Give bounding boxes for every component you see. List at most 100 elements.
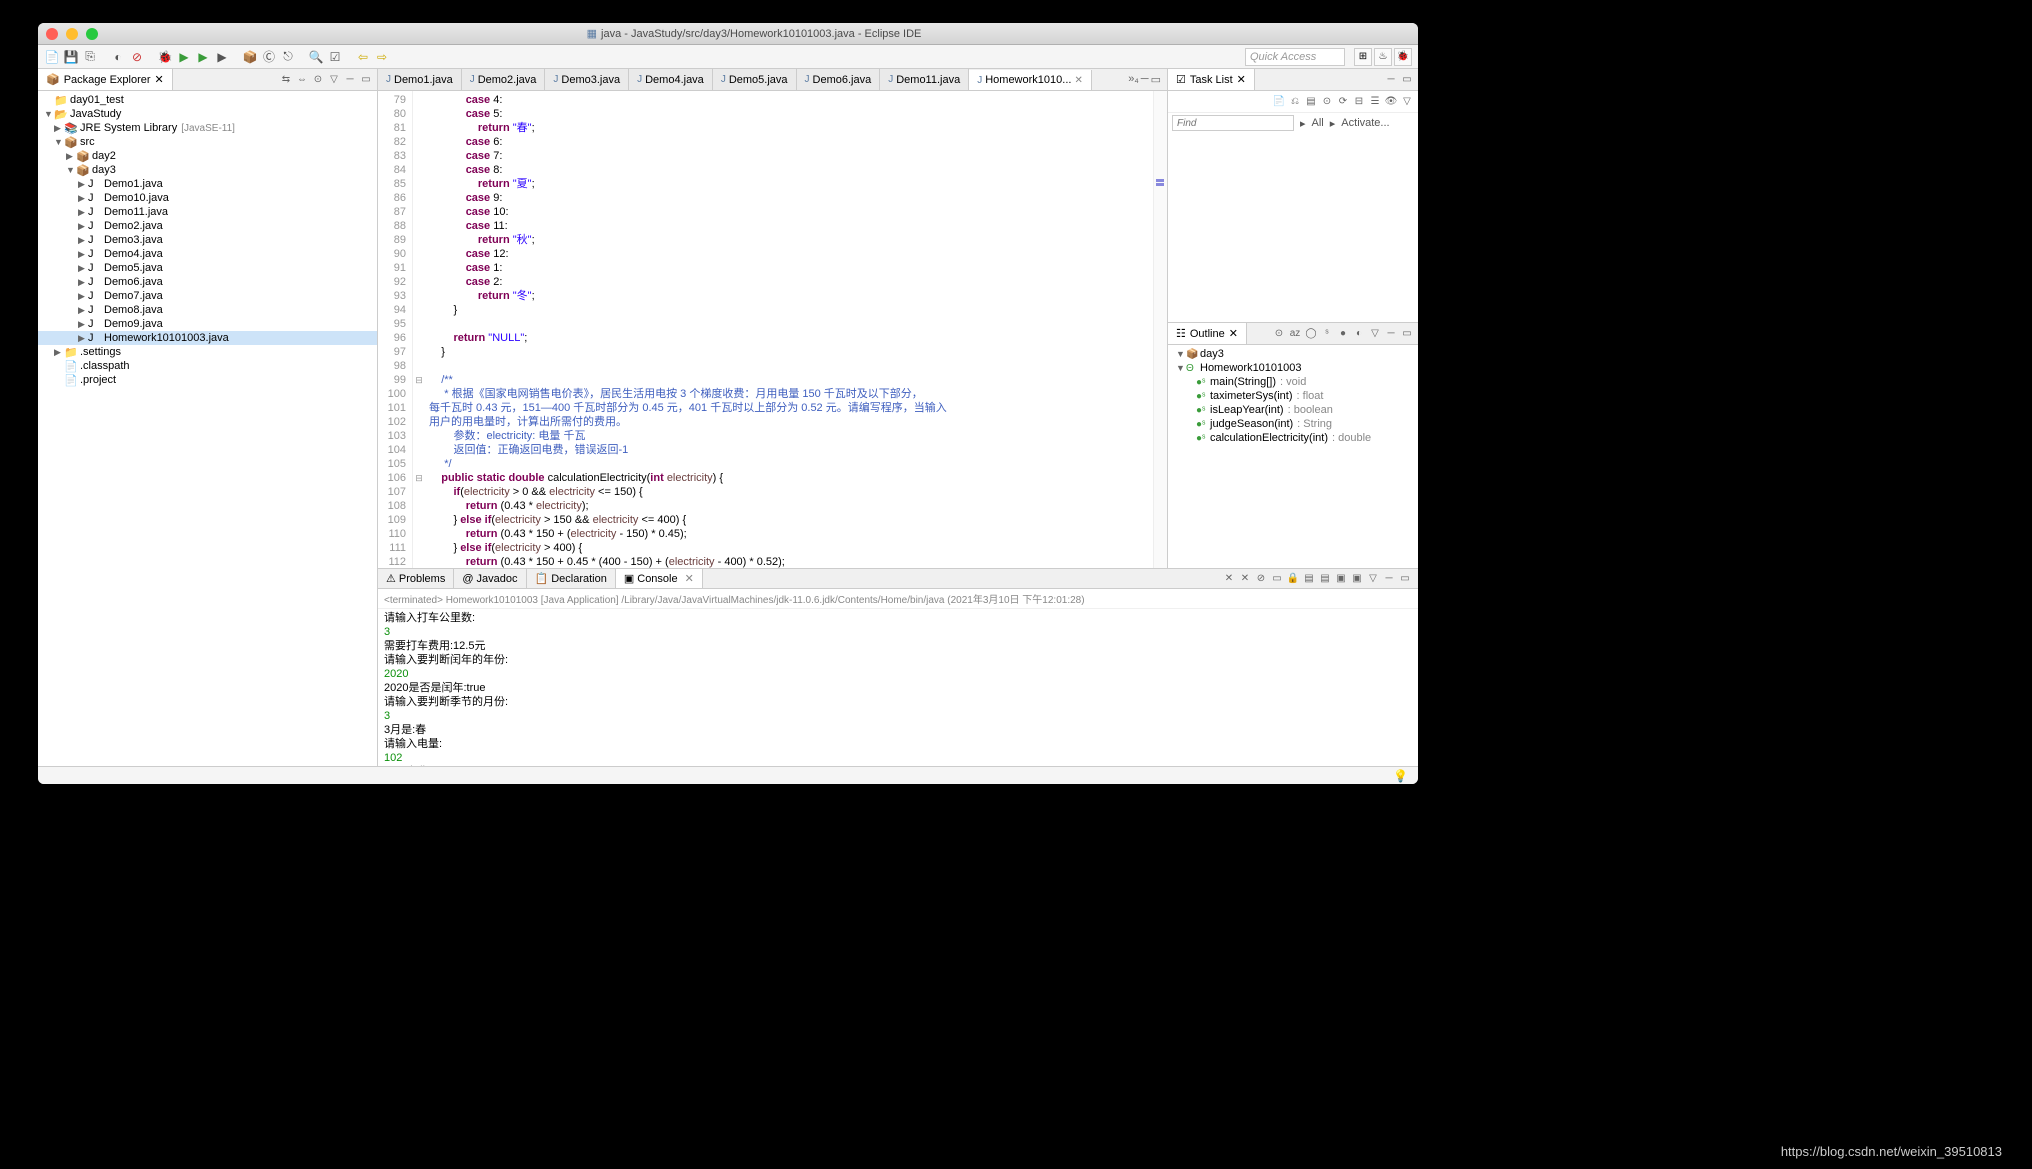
tip-icon[interactable]: 💡 <box>1393 769 1408 783</box>
outline-tab[interactable]: ☷ Outline ✕ <box>1168 323 1247 344</box>
code-content[interactable]: case 4: case 5: return "春"; case 6: case… <box>425 91 1153 568</box>
tree-item[interactable]: ▶JDemo2.java <box>38 219 377 233</box>
editor-tab[interactable]: JDemo1.java <box>378 69 462 90</box>
console-toolbar-icon[interactable]: 🔒 <box>1286 572 1300 586</box>
new-package-icon[interactable]: 📦 <box>242 49 258 65</box>
editor-tab[interactable]: JDemo5.java <box>713 69 797 90</box>
back-icon[interactable]: ⇦ <box>355 49 371 65</box>
new-class-icon[interactable]: Ⓒ <box>261 49 277 65</box>
tree-item[interactable]: 📁day01_test <box>38 93 377 107</box>
forward-icon[interactable]: ⇨ <box>374 49 390 65</box>
hide-local-icon[interactable]: ◐ <box>1352 327 1366 341</box>
focus-icon[interactable]: ⊙ <box>1320 95 1334 109</box>
outline-item[interactable]: ●ˢmain(String[]): void <box>1168 375 1418 389</box>
task-find-input[interactable] <box>1172 115 1294 131</box>
maximize-view-icon[interactable]: ▭ <box>1400 73 1414 87</box>
editor-tab[interactable]: JDemo11.java <box>880 69 969 90</box>
overview-ruler[interactable] <box>1153 91 1167 568</box>
skip-icon[interactable]: ⊘ <box>129 49 145 65</box>
save-all-icon[interactable]: ⎘ <box>82 49 98 65</box>
tree-item[interactable]: ▶JDemo1.java <box>38 177 377 191</box>
console-toolbar-icon[interactable]: ▤ <box>1318 572 1332 586</box>
console-toolbar-icon[interactable]: ─ <box>1382 572 1396 586</box>
console-output[interactable]: 请输入打车公里数:3需要打车费用:12.5元请输入要判断闰年的年份:202020… <box>378 609 1418 766</box>
editor-tab[interactable]: JDemo4.java <box>629 69 713 90</box>
outline-item[interactable]: ●ˢtaximeterSys(int): float <box>1168 389 1418 403</box>
outline-item[interactable]: ●ˢcalculationElectricity(int): double <box>1168 431 1418 445</box>
close-icon[interactable] <box>46 28 58 40</box>
quick-access-input[interactable]: Quick Access <box>1245 48 1345 66</box>
tree-item[interactable]: ▶JHomework10101003.java <box>38 331 377 345</box>
maximize-icon[interactable] <box>86 28 98 40</box>
console-toolbar-icon[interactable]: ▽ <box>1366 572 1380 586</box>
tree-item[interactable]: ▶JDemo6.java <box>38 275 377 289</box>
console-toolbar-icon[interactable]: ✕ <box>1222 572 1236 586</box>
maximize-view-icon[interactable]: ▭ <box>359 73 373 87</box>
console-toolbar-icon[interactable]: ⊘ <box>1254 572 1268 586</box>
menu-icon[interactable]: ▽ <box>1400 95 1414 109</box>
console-toolbar-icon[interactable]: ▣ <box>1334 572 1348 586</box>
outline-item[interactable]: ●ˢisLeapYear(int): boolean <box>1168 403 1418 417</box>
minimize-view-icon[interactable]: ─ <box>343 73 357 87</box>
minimize-icon[interactable]: ─ <box>1141 73 1149 86</box>
activate-link[interactable]: Activate... <box>1341 117 1389 129</box>
overflow-indicator[interactable]: »₄ <box>1128 73 1139 86</box>
task-icon[interactable]: ☑ <box>327 49 343 65</box>
bottom-tab[interactable]: @Javadoc <box>454 569 526 588</box>
bottom-tab[interactable]: ▣Console✕ <box>616 569 703 588</box>
hide-icon[interactable]: 👁 <box>1384 95 1398 109</box>
hide-static-icon[interactable]: ˢ <box>1320 327 1334 341</box>
tree-item[interactable]: ▼📂JavaStudy <box>38 107 377 121</box>
new-icon[interactable]: 📄 <box>44 49 60 65</box>
sort-icon[interactable]: az <box>1288 327 1302 341</box>
categorize-icon[interactable]: ⎌ <box>1288 95 1302 109</box>
tree-item[interactable]: ▶JDemo9.java <box>38 317 377 331</box>
console-toolbar-icon[interactable]: ▤ <box>1302 572 1316 586</box>
tree-item[interactable]: ▶📁.settings <box>38 345 377 359</box>
all-link[interactable]: All <box>1312 117 1324 129</box>
collapse-icon[interactable]: ⇆ <box>279 73 293 87</box>
close-icon[interactable]: ✕ <box>1237 73 1246 86</box>
debug-perspective-icon[interactable]: 🐞 <box>1394 48 1412 66</box>
close-icon[interactable]: ✕ <box>155 73 164 86</box>
package-tree[interactable]: 📁day01_test▼📂JavaStudy▶📚JRE System Libra… <box>38 91 377 766</box>
editor-tab[interactable]: JDemo6.java <box>797 69 881 90</box>
bottom-tab[interactable]: 📋Declaration <box>527 569 616 588</box>
tree-item[interactable]: ▶JDemo8.java <box>38 303 377 317</box>
console-toolbar-icon[interactable]: ▭ <box>1270 572 1284 586</box>
tree-item[interactable]: ▶JDemo4.java <box>38 247 377 261</box>
focus-icon[interactable]: ⊙ <box>311 73 325 87</box>
collapse-icon[interactable]: ⊟ <box>1352 95 1366 109</box>
outline-tree[interactable]: ▼📦day3▼ΘHomework10101003●ˢmain(String[])… <box>1168 345 1418 568</box>
tree-item[interactable]: 📄.project <box>38 373 377 387</box>
search-icon[interactable]: 🔍 <box>308 49 324 65</box>
tree-item[interactable]: ▶JDemo7.java <box>38 289 377 303</box>
tree-item[interactable]: ▶JDemo10.java <box>38 191 377 205</box>
outline-item[interactable]: ▼📦day3 <box>1168 347 1418 361</box>
toggle-icon[interactable]: ◐ <box>110 49 126 65</box>
code-editor[interactable]: 7980818283848586878889909192939495969798… <box>378 91 1167 568</box>
run-icon[interactable]: ▶ <box>176 49 192 65</box>
console-toolbar-icon[interactable]: ✕ <box>1238 572 1252 586</box>
menu-icon[interactable]: ▽ <box>327 73 341 87</box>
sync-icon[interactable]: ⟳ <box>1336 95 1350 109</box>
maximize-icon[interactable]: ▭ <box>1151 73 1161 86</box>
tree-item[interactable]: ▼📦day3 <box>38 163 377 177</box>
debug-icon[interactable]: 🐞 <box>157 49 173 65</box>
outline-item[interactable]: ●ˢjudgeSeason(int): String <box>1168 417 1418 431</box>
maximize-view-icon[interactable]: ▭ <box>1400 327 1414 341</box>
java-perspective-icon[interactable]: ♨ <box>1374 48 1392 66</box>
package-explorer-tab[interactable]: 📦 Package Explorer ✕ <box>38 69 173 90</box>
link-icon[interactable]: ⇔ <box>295 73 309 87</box>
tree-item[interactable]: ▶📦day2 <box>38 149 377 163</box>
hide-nonpublic-icon[interactable]: ● <box>1336 327 1350 341</box>
new-task-icon[interactable]: 📄 <box>1272 95 1286 109</box>
save-icon[interactable]: 💾 <box>63 49 79 65</box>
minimize-view-icon[interactable]: ─ <box>1384 327 1398 341</box>
menu-icon[interactable]: ▽ <box>1368 327 1382 341</box>
coverage-icon[interactable]: ▶ <box>195 49 211 65</box>
task-list-tab[interactable]: ☑ Task List ✕ <box>1168 69 1255 90</box>
scheduled-icon[interactable]: ▤ <box>1304 95 1318 109</box>
ext-tools-icon[interactable]: ▶ <box>214 49 230 65</box>
editor-tab[interactable]: JDemo2.java <box>462 69 546 90</box>
